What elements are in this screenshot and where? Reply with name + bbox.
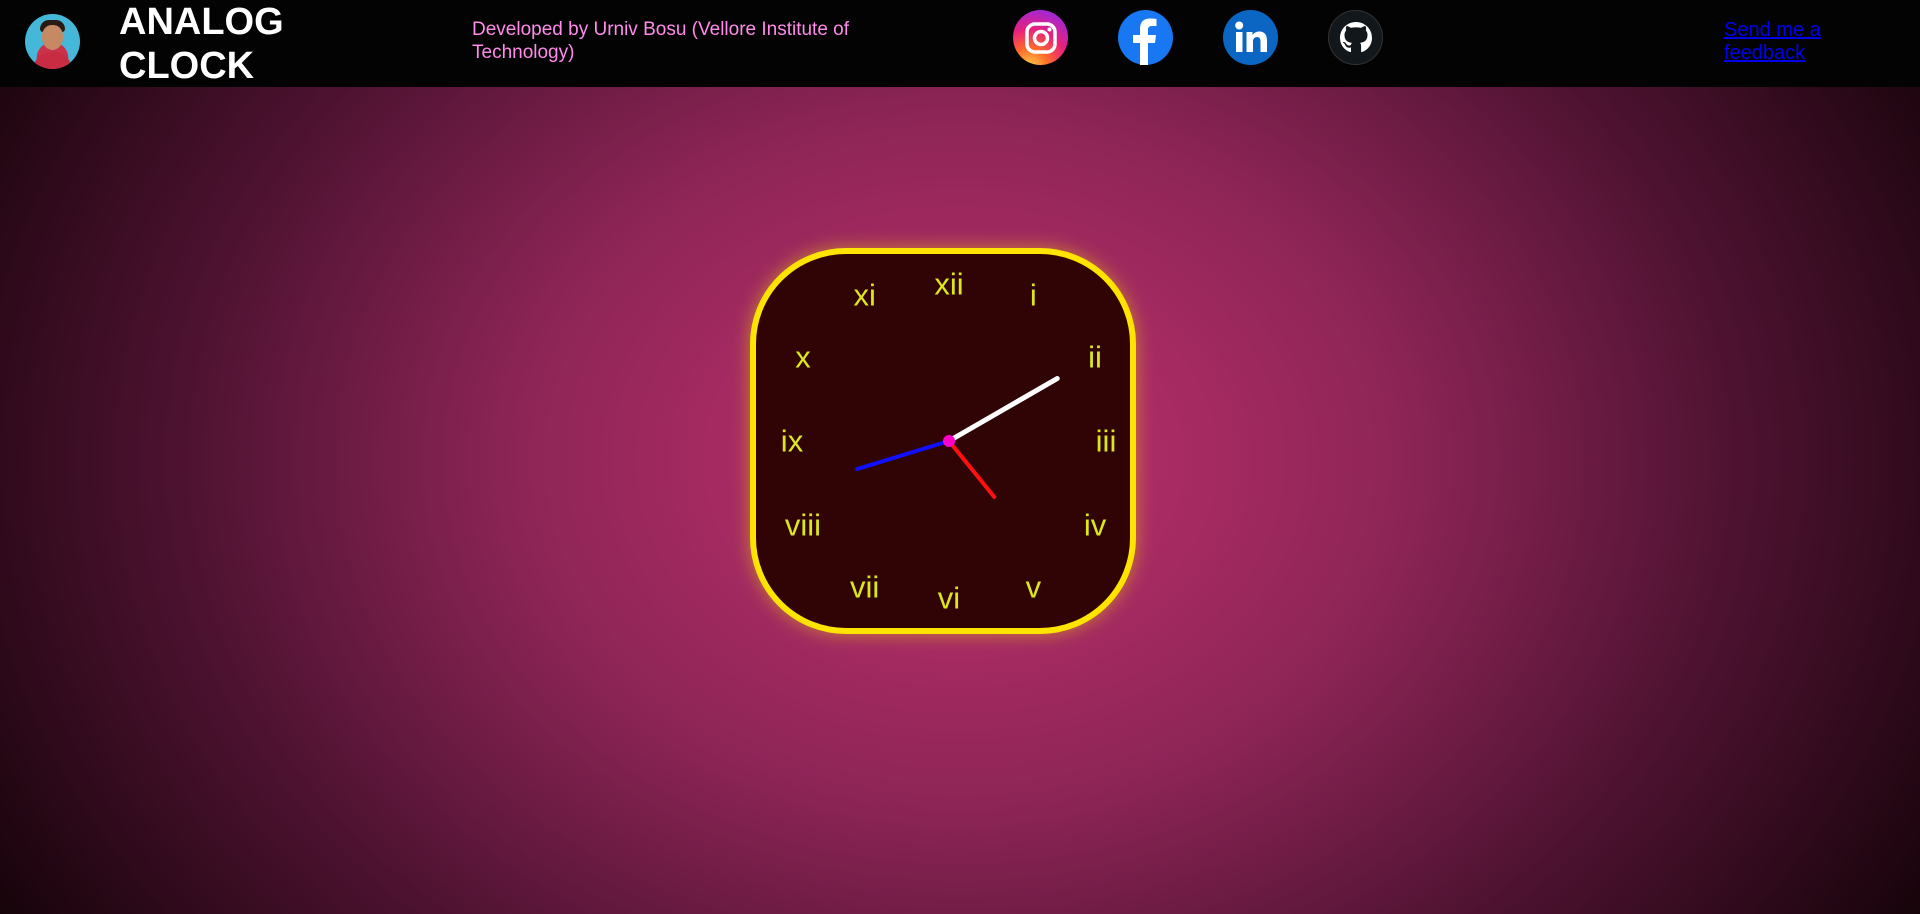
github-link[interactable] [1328,10,1383,65]
top-bar: ANALOG CLOCK Developed by Urniv Bosu (Ve… [0,0,1920,87]
linkedin-icon [1234,21,1267,52]
second-hand [946,376,1060,444]
clock-face: xii i ii iii iv v vi vii viii ix x xi [750,248,1136,634]
instagram-link[interactable] [1013,10,1068,65]
clock-hands [855,376,1060,499]
facebook-link[interactable] [1118,10,1173,65]
app-title-line1: ANALOG [119,1,284,43]
minute-hand [855,439,951,472]
clock-center-dot [943,435,955,447]
github-icon [1339,21,1372,52]
linkedin-link[interactable] [1223,10,1278,65]
app-title-line2: CLOCK [119,45,255,87]
avatar-face [42,25,63,50]
hour-hand [947,439,997,499]
feedback-link[interactable]: Send me a feedback [1724,19,1854,65]
instagram-icon [1024,21,1057,54]
app-title: ANALOG CLOCK [119,0,319,88]
avatar [25,14,80,69]
avatar-body [33,52,72,69]
facebook-icon [1133,18,1157,65]
developer-credit: Developed by Urniv Bosu (Vellore Institu… [472,19,850,63]
